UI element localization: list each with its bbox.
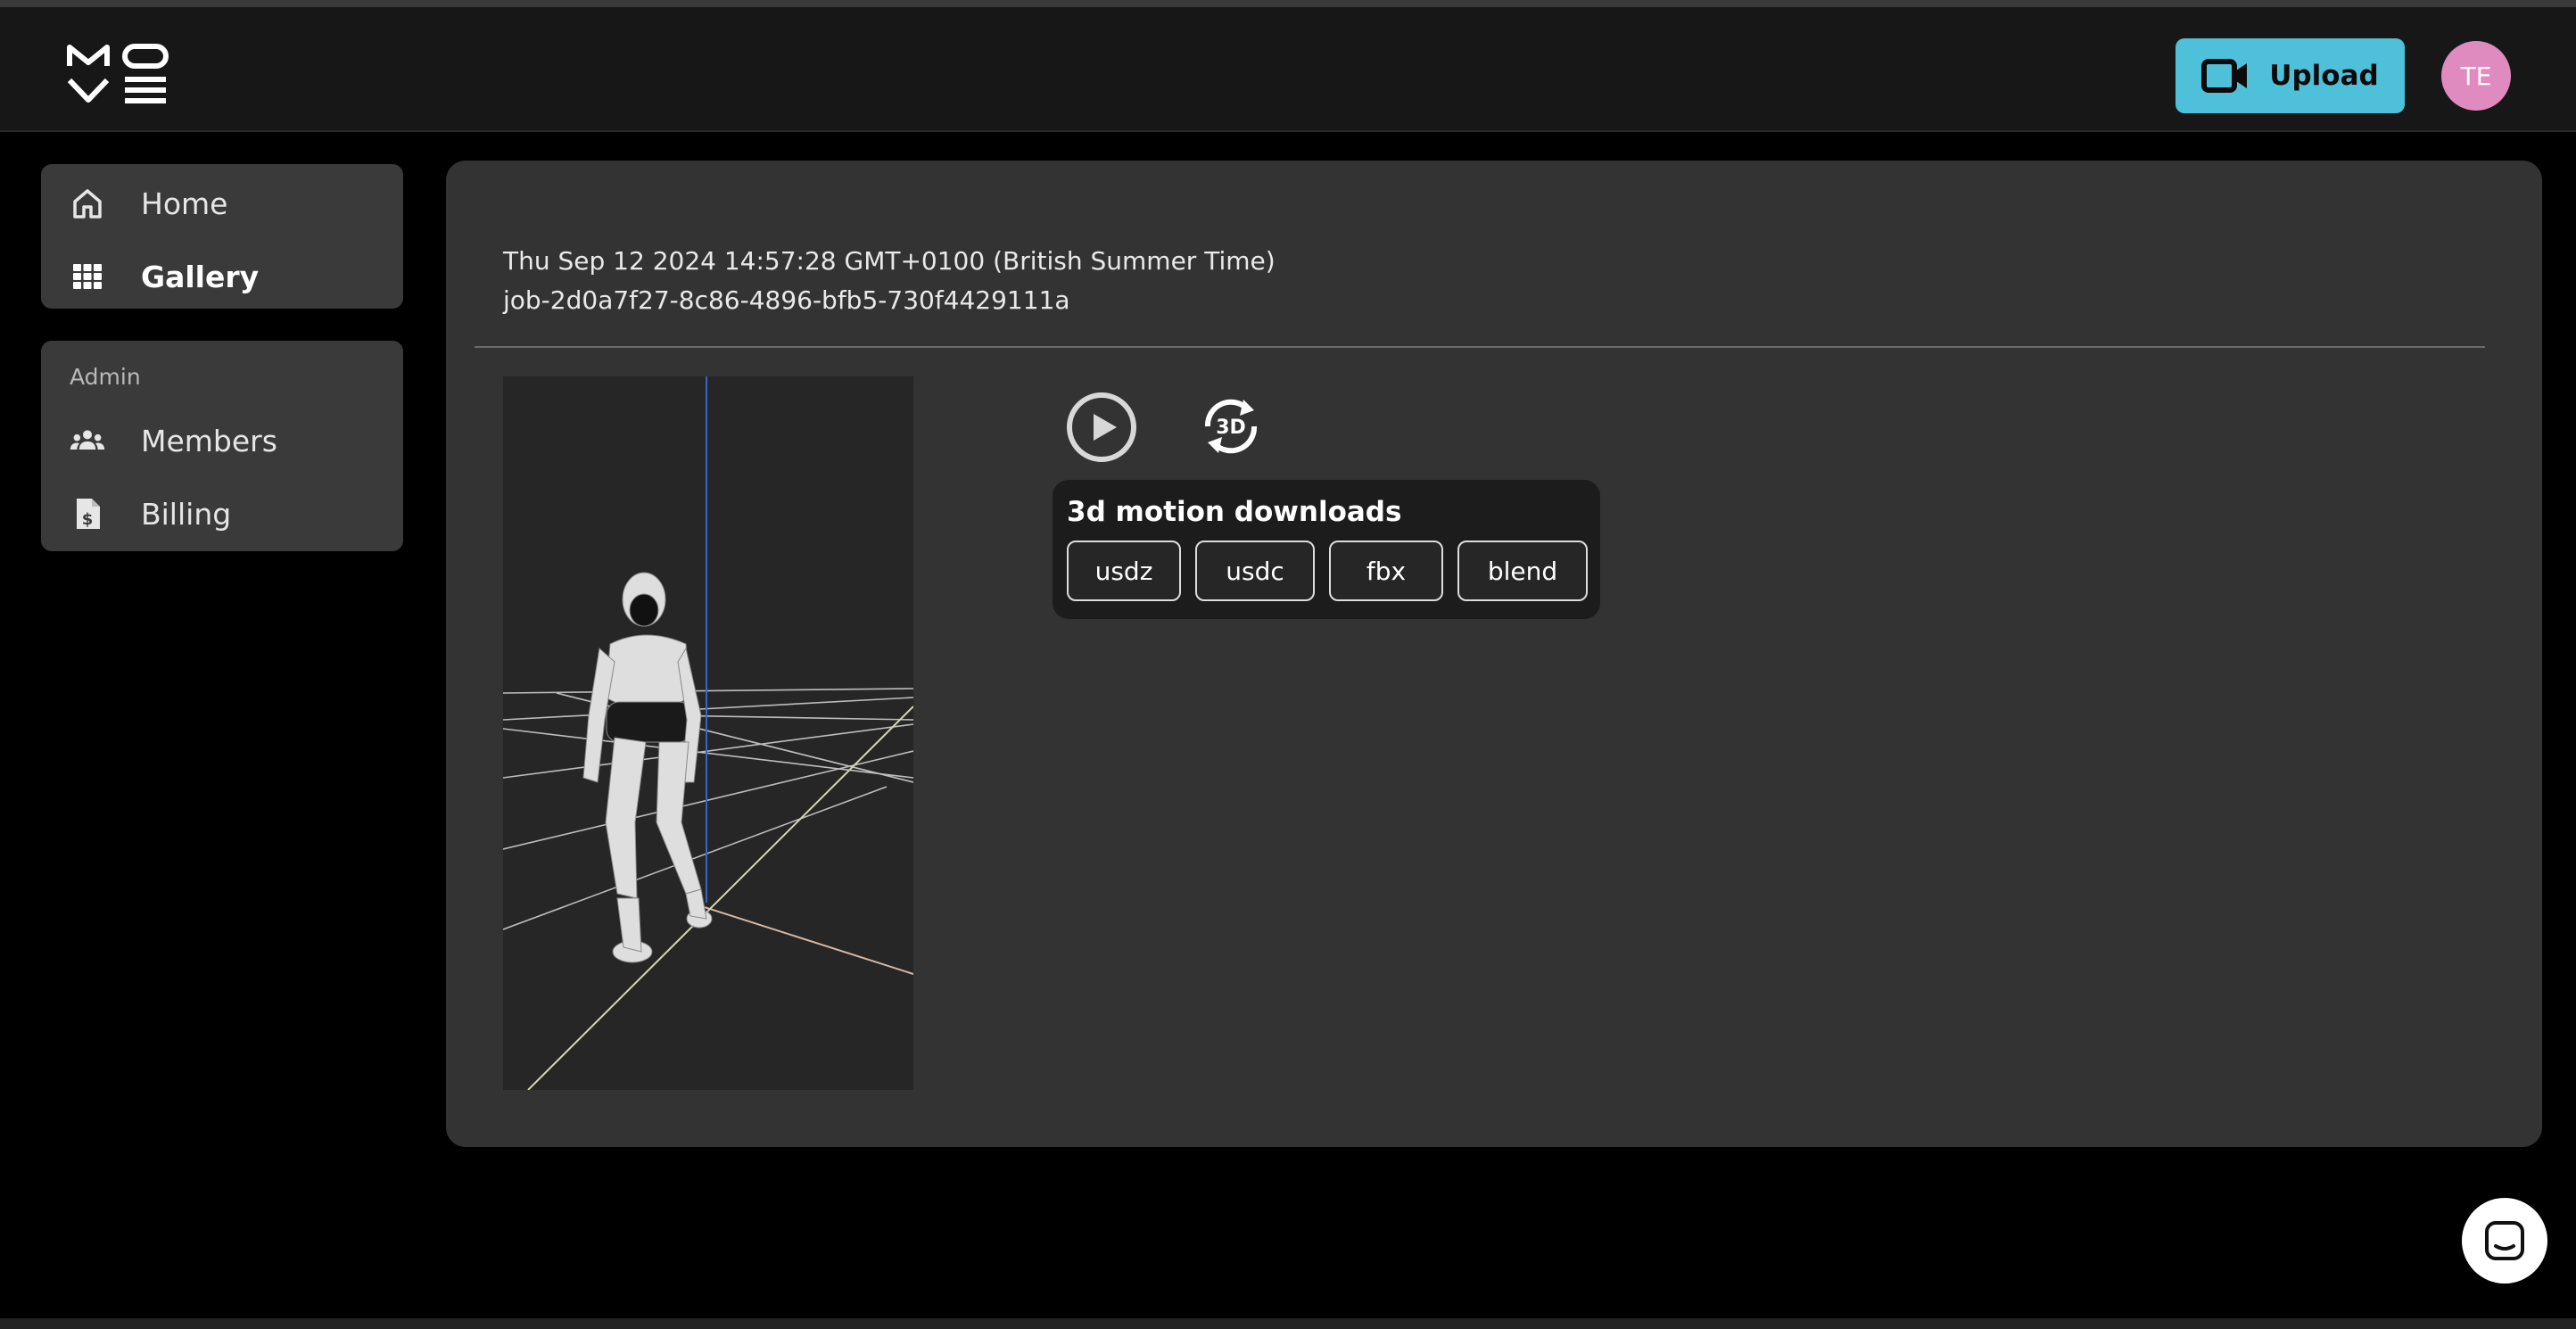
rotate-3d-icon: 3D <box>1204 399 1258 454</box>
svg-text:$: $ <box>82 510 94 529</box>
play-circle-icon <box>1067 392 1136 462</box>
divider <box>475 346 2485 348</box>
download-usdc-button[interactable]: usdc <box>1195 541 1315 601</box>
sidebar-item-label: Members <box>141 423 277 458</box>
user-avatar[interactable]: TE <box>2441 41 2511 111</box>
upload-label: Upload <box>2269 60 2379 92</box>
sidebar-item-label: Billing <box>141 496 232 532</box>
video-camera-icon <box>2201 59 2248 93</box>
job-date: Thu Sep 12 2024 14:57:28 GMT+0100 (Briti… <box>503 246 1276 276</box>
download-usdz-button[interactable]: usdz <box>1067 541 1181 601</box>
upload-button[interactable]: Upload <box>2176 38 2405 113</box>
sidebar-item-label: Home <box>141 186 228 221</box>
sidebar-item-billing[interactable]: $ Billing <box>41 482 403 546</box>
downloads-panel: 3d motion downloads usdz usdc fbx blend <box>1053 480 1600 619</box>
invoice-dollar-icon: $ <box>70 496 105 532</box>
move-logo[interactable] <box>66 43 171 105</box>
home-icon <box>70 186 105 221</box>
download-blend-button[interactable]: blend <box>1457 541 1588 601</box>
chat-icon <box>2485 1221 2524 1260</box>
sidebar-item-members[interactable]: Members <box>41 409 403 473</box>
sidebar-item-label: Gallery <box>141 259 260 294</box>
members-icon <box>70 423 105 458</box>
rotate-3d-button[interactable]: 3D <box>1195 391 1267 462</box>
3d-scene <box>503 376 913 1090</box>
download-fbx-button[interactable]: fbx <box>1329 541 1443 601</box>
downloads-title: 3d motion downloads <box>1067 496 1402 528</box>
main-nav: Home Gallery <box>41 164 403 309</box>
admin-nav: Admin Members $ Billing <box>41 341 403 551</box>
job-id: job-2d0a7f27-8c86-4896-bfb5-730f4429111a <box>503 285 1070 315</box>
job-detail-card: Thu Sep 12 2024 14:57:28 GMT+0100 (Briti… <box>446 161 2542 1147</box>
window-bottom-edge <box>0 1318 2576 1329</box>
logo-mark-icon <box>67 44 169 103</box>
window-top-edge <box>0 0 2576 7</box>
play-button[interactable] <box>1065 391 1138 464</box>
sidebar-item-gallery[interactable]: Gallery <box>41 244 403 309</box>
sidebar-item-home[interactable]: Home <box>41 171 403 235</box>
3d-viewer[interactable] <box>503 376 913 1090</box>
admin-section-title: Admin <box>70 364 141 390</box>
rotate-3d-text: 3D <box>1216 417 1246 439</box>
grid-icon <box>70 259 105 294</box>
chat-launcher-button[interactable] <box>2462 1198 2547 1284</box>
top-bar: Upload TE <box>0 7 2576 132</box>
